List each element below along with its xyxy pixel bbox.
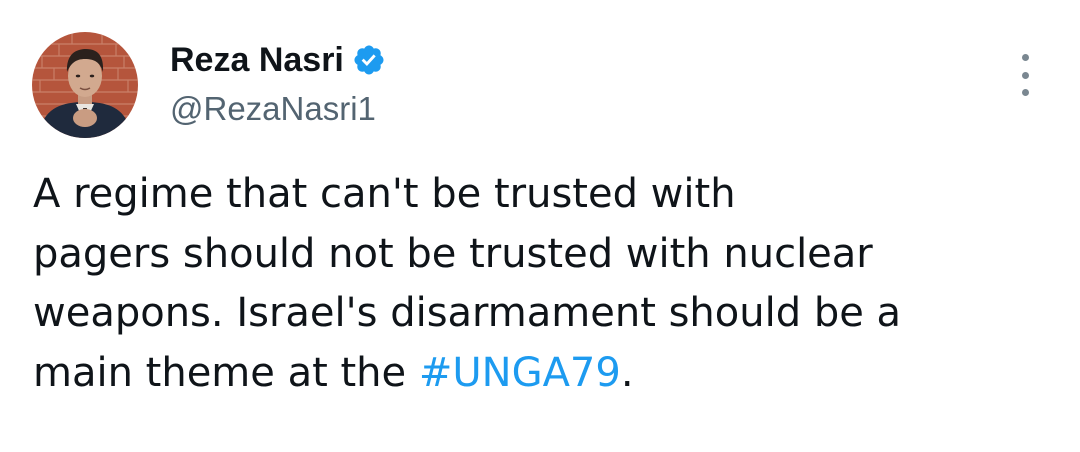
author-display-name[interactable]: Reza Nasri	[170, 41, 344, 80]
avatar-photo	[32, 32, 138, 138]
more-dot	[1021, 71, 1029, 79]
tweet-text: A regime that can't be trusted with page…	[33, 165, 1043, 403]
more-options-icon[interactable]	[1012, 54, 1038, 96]
tweet-line-prefix: main theme at the	[33, 349, 419, 396]
tweet-card: Reza Nasri @RezaNasri1 A regime that can…	[0, 0, 1080, 452]
more-dot	[1021, 89, 1029, 96]
more-dot	[1021, 54, 1029, 61]
tweet-line-suffix: .	[620, 349, 634, 396]
verified-badge-icon[interactable]	[352, 43, 386, 77]
hashtag-link[interactable]: #UNGA79	[419, 350, 621, 396]
tweet-line-last: main theme at the #UNGA79.	[33, 344, 1043, 404]
author-handle[interactable]: @RezaNasri1	[170, 90, 376, 128]
avatar[interactable]	[32, 32, 138, 138]
tweet-line: weapons. Israel's disarmament should be …	[33, 290, 902, 336]
author-name-row: Reza Nasri	[170, 38, 386, 82]
tweet-line: pagers should not be trusted with nuclea…	[33, 230, 873, 277]
tweet-line: A regime that can't be trusted with	[33, 171, 736, 217]
